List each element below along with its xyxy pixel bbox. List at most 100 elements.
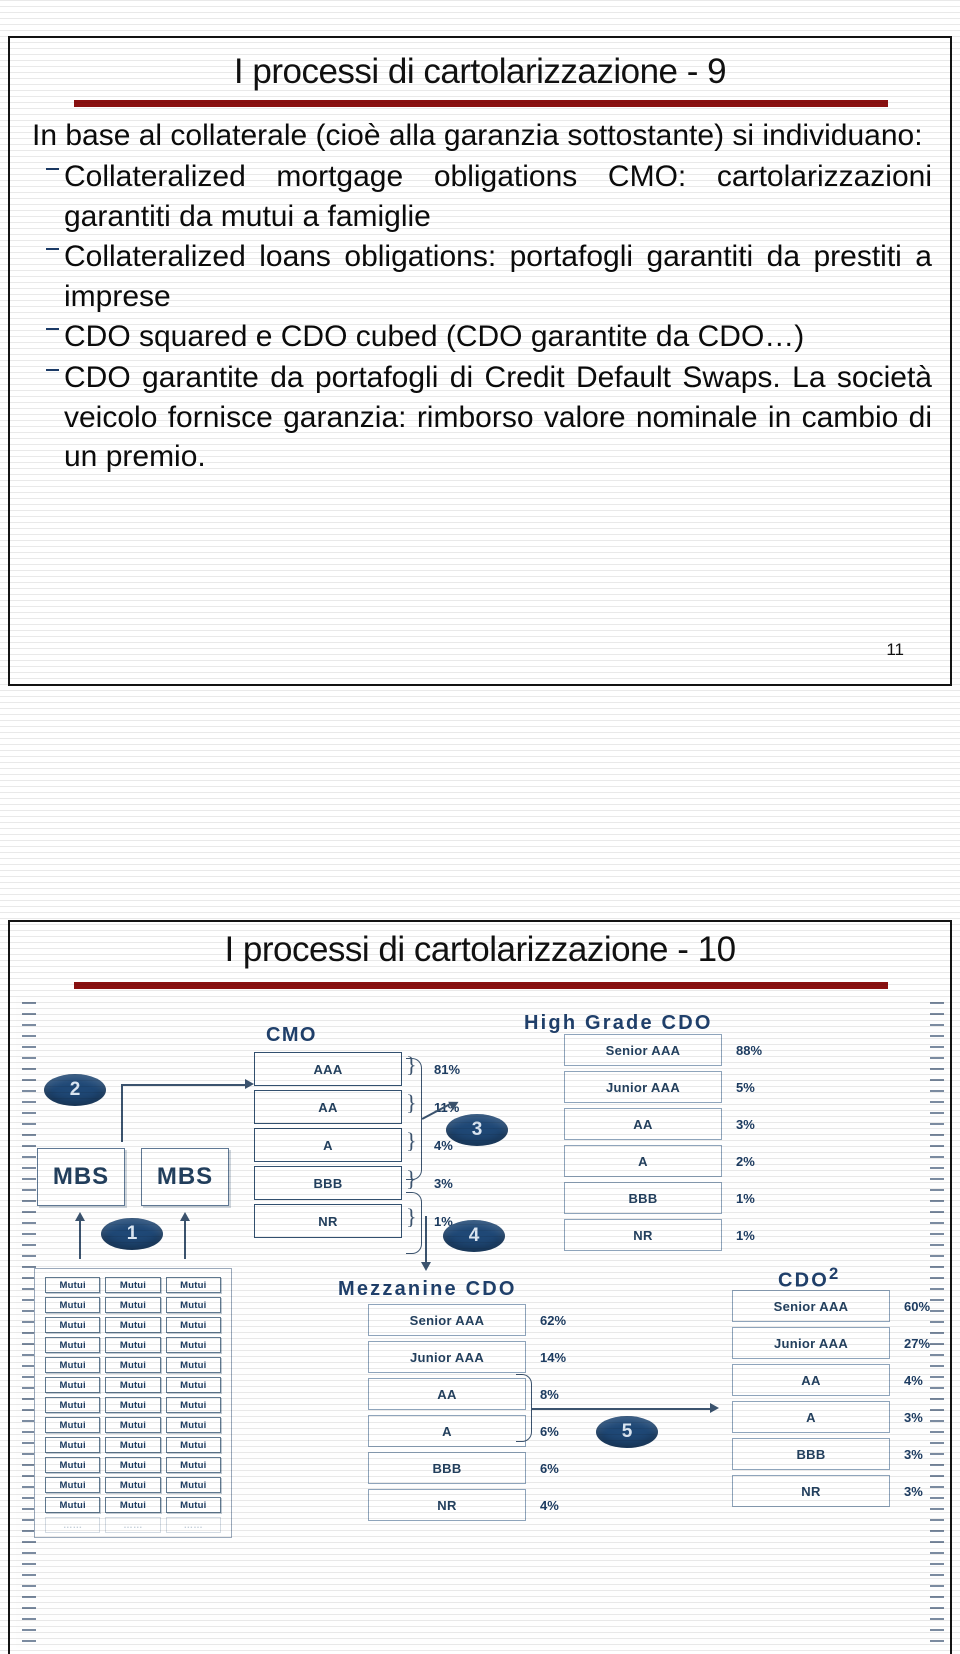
mutui-box: Mutui bbox=[165, 1437, 221, 1453]
bullet-text: Collateralized loans obligations: portaf… bbox=[64, 240, 932, 313]
tranche-box: AA bbox=[564, 1108, 722, 1140]
mutui-box: Mutui bbox=[105, 1297, 161, 1313]
arrow-icon bbox=[421, 1262, 431, 1271]
mutui-box: Mutui bbox=[105, 1477, 161, 1493]
mutui-box: Mutui bbox=[45, 1377, 101, 1393]
mutui-box: Mutui bbox=[45, 1477, 101, 1493]
step-badge-2: 2 bbox=[44, 1074, 106, 1106]
tranche-box: AA bbox=[254, 1090, 402, 1124]
tranche-percentage: 5% bbox=[736, 1080, 755, 1095]
tranche-box: NR bbox=[732, 1475, 890, 1507]
column-header-mezzanine-cdo: Mezzanine CDO bbox=[338, 1278, 517, 1300]
bullet-text: CDO garantite da portafogli di Credit De… bbox=[64, 360, 932, 474]
tranche-box: A bbox=[254, 1128, 402, 1162]
tranche-box: AAA bbox=[254, 1052, 402, 1086]
tranche-box: Junior AAA bbox=[564, 1071, 722, 1103]
tranche-percentage: 1% bbox=[736, 1191, 755, 1206]
title-underline-rule bbox=[74, 100, 888, 107]
tranche-percentage: 3% bbox=[904, 1410, 923, 1425]
mutui-box: Mutui bbox=[105, 1397, 161, 1413]
tranche-percentage: 6% bbox=[540, 1461, 559, 1476]
tranche-percentage: 3% bbox=[434, 1176, 453, 1191]
slide-10-title: I processi di cartolarizzazione - 10 bbox=[224, 930, 736, 969]
mutui-box: …… bbox=[105, 1517, 161, 1533]
column-header-cmo: CMO bbox=[266, 1024, 317, 1046]
mutui-box: Mutui bbox=[45, 1397, 101, 1413]
tranche-box: BBB bbox=[254, 1166, 402, 1200]
tranche-percentage: 81% bbox=[434, 1062, 461, 1077]
mutui-box: Mutui bbox=[45, 1317, 101, 1333]
mutui-box: Mutui bbox=[165, 1397, 221, 1413]
slide-9-body: In base al collaterale (cioè alla garanz… bbox=[32, 116, 932, 478]
arrow-icon bbox=[710, 1403, 719, 1413]
tranche-percentage: 3% bbox=[736, 1117, 755, 1132]
scanned-slides-page: I processi di cartolarizzazione - 9 In b… bbox=[0, 0, 960, 1654]
mutui-box: Mutui bbox=[45, 1437, 101, 1453]
tranche-box: Senior AAA bbox=[368, 1304, 526, 1336]
connector-line bbox=[532, 1408, 712, 1410]
tranche-box: NR bbox=[368, 1489, 526, 1521]
list-item: Collateralized mortgage obligations CMO:… bbox=[32, 157, 932, 236]
connector-line bbox=[121, 1084, 123, 1142]
ruler-right-icon bbox=[930, 1002, 944, 1648]
tranche-box: NR bbox=[564, 1219, 722, 1251]
arrow-icon bbox=[245, 1079, 254, 1089]
dash-bullet-icon bbox=[46, 167, 59, 170]
dash-bullet-icon bbox=[46, 368, 59, 371]
connector-line bbox=[79, 1219, 81, 1259]
mbs-box: MBS bbox=[37, 1148, 125, 1206]
securitization-diagram: 2 MBS MBS 1 Mutui Mutui Mutui Mutui Mutui Mut… bbox=[16, 996, 948, 1648]
cdo-squared-label: CDO bbox=[778, 1269, 830, 1292]
tranche-box: A bbox=[564, 1145, 722, 1177]
slide-9-title: I processi di cartolarizzazione - 9 bbox=[233, 52, 727, 91]
mutui-box: Mutui bbox=[165, 1497, 221, 1513]
tranche-percentage: 4% bbox=[904, 1373, 923, 1388]
tranche-percentage: 27% bbox=[904, 1336, 931, 1351]
dash-bullet-icon bbox=[46, 247, 59, 250]
tranche-box: NR bbox=[254, 1204, 402, 1238]
connector-line bbox=[184, 1219, 186, 1259]
arrow-icon bbox=[180, 1212, 190, 1221]
mutui-box: Mutui bbox=[45, 1297, 101, 1313]
tranche-box: BBB bbox=[564, 1182, 722, 1214]
mutui-box: Mutui bbox=[165, 1337, 221, 1353]
connector-line bbox=[425, 1216, 427, 1264]
bullet-text: Collateralized mortgage obligations CMO:… bbox=[64, 160, 932, 233]
list-item: CDO squared e CDO cubed (CDO garantite d… bbox=[32, 317, 932, 357]
mutui-box: Mutui bbox=[105, 1457, 161, 1473]
tranche-percentage: 3% bbox=[904, 1484, 923, 1499]
bullet-list: Collateralized mortgage obligations CMO:… bbox=[32, 157, 932, 477]
mutui-box: Mutui bbox=[45, 1497, 101, 1513]
mutui-box: Mutui bbox=[105, 1377, 161, 1393]
mutui-box: Mutui bbox=[105, 1277, 161, 1293]
mutui-box: Mutui bbox=[45, 1457, 101, 1473]
mutui-box: Mutui bbox=[45, 1357, 101, 1373]
mutui-box: Mutui bbox=[105, 1357, 161, 1373]
title-underline-rule bbox=[74, 982, 888, 989]
tranche-box: Senior AAA bbox=[732, 1290, 890, 1322]
tranche-percentage: 88% bbox=[736, 1043, 763, 1058]
column-header-cdo-squared: CDO2 bbox=[778, 1264, 841, 1293]
arrow-icon bbox=[75, 1212, 85, 1221]
column-header-high-grade-cdo: High Grade CDO bbox=[524, 1012, 713, 1034]
mutui-box: Mutui bbox=[105, 1497, 161, 1513]
mutui-box: Mutui bbox=[105, 1317, 161, 1333]
tranche-percentage: 60% bbox=[904, 1299, 931, 1314]
mutui-box: Mutui bbox=[165, 1317, 221, 1333]
tranche-percentage: 4% bbox=[540, 1498, 559, 1513]
tranche-box: AA bbox=[732, 1364, 890, 1396]
slide-10: I processi di cartolarizzazione - 10 2 M… bbox=[8, 920, 952, 1654]
mutui-box: …… bbox=[165, 1517, 221, 1533]
mutui-box: Mutui bbox=[165, 1377, 221, 1393]
dash-bullet-icon bbox=[46, 328, 59, 331]
tranche-percentage: 8% bbox=[540, 1387, 559, 1402]
mutui-grid: Mutui Mutui Mutui Mutui Mutui Mutui Mutui Mutui… bbox=[45, 1277, 221, 1533]
brace-icon bbox=[406, 1058, 422, 1180]
tranche-box: AA bbox=[368, 1378, 526, 1410]
tranche-percentage: 1% bbox=[736, 1228, 755, 1243]
tranche-percentage: 14% bbox=[540, 1350, 567, 1365]
tranche-percentage: 3% bbox=[904, 1447, 923, 1462]
step-badge-3: 3 bbox=[446, 1114, 508, 1146]
mutui-box: Mutui bbox=[45, 1337, 101, 1353]
mutui-box: Mutui bbox=[165, 1297, 221, 1313]
